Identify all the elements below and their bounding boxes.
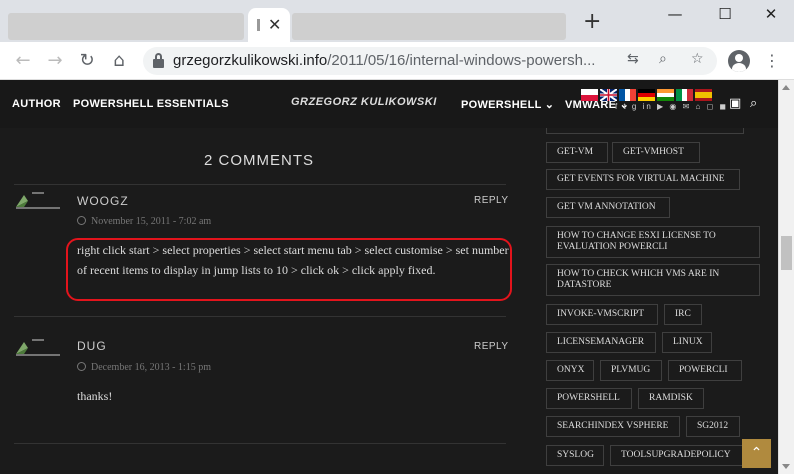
- tag-item[interactable]: LINUX: [662, 332, 712, 353]
- site-header: AUTHOR POWERSHELL ESSENTIALS GRZEGORZ KU…: [0, 80, 778, 128]
- social-icons[interactable]: f t g in ▶ ◉ ✉ ⌂ ◻ ◼: [615, 102, 728, 111]
- tag-item[interactable]: SG2012: [686, 416, 740, 437]
- red-highlight-box: [66, 238, 512, 301]
- address-bar[interactable]: grzegorzkulikowski.info/2011/05/16/inter…: [143, 47, 717, 75]
- tag-edge[interactable]: [546, 128, 744, 134]
- browser-menu-icon[interactable]: ⋮: [764, 51, 780, 70]
- translate-icon[interactable]: ⇆: [627, 51, 639, 67]
- tab-favicon-icon: [257, 19, 260, 31]
- tag-item[interactable]: POWERCLI: [668, 360, 742, 381]
- divider: [14, 443, 506, 444]
- home-icon[interactable]: ⌂: [108, 50, 130, 72]
- divider: [14, 316, 506, 317]
- reload-icon[interactable]: ↻: [76, 50, 98, 72]
- site-logo[interactable]: GRZEGORZ KULIKOWSKI: [291, 96, 437, 108]
- bookmark-star-icon[interactable]: ☆: [691, 51, 704, 67]
- flag-uk-icon[interactable]: [600, 89, 617, 101]
- clock-icon: [77, 216, 86, 225]
- zoom-icon[interactable]: ⌕: [659, 51, 667, 67]
- search-icon[interactable]: ⌕: [750, 96, 757, 111]
- tag-item[interactable]: SYSLOG: [546, 445, 604, 466]
- browser-toolbar: ← → ↻ ⌂ grzegorzkulikowski.info/2011/05/…: [0, 42, 794, 80]
- tag-item[interactable]: HOW TO CHANGE ESXI LICENSE TO EVALUATION…: [546, 226, 760, 258]
- flag-fr-icon[interactable]: [619, 89, 636, 101]
- tag-item[interactable]: GET-VM: [546, 142, 608, 163]
- scroll-down-icon[interactable]: [782, 464, 790, 469]
- tag-item[interactable]: HOW TO CHECK WHICH VMS ARE IN DATASTORE: [546, 264, 760, 296]
- flag-es-icon[interactable]: [695, 89, 712, 101]
- flag-in-icon[interactable]: [657, 89, 674, 101]
- back-icon[interactable]: ←: [12, 50, 34, 72]
- lock-icon[interactable]: [153, 53, 164, 68]
- comment-date-text: December 16, 2013 - 1:15 pm: [91, 362, 211, 373]
- blurred-tab[interactable]: [292, 13, 566, 40]
- url-domain: grzegorzkulikowski.info: [173, 52, 328, 69]
- flag-de-icon[interactable]: [638, 89, 655, 101]
- comment-text: thanks!: [77, 389, 113, 403]
- scroll-up-icon[interactable]: [782, 85, 790, 90]
- scrollbar-thumb[interactable]: [781, 236, 792, 270]
- tag-item[interactable]: ONYX: [546, 360, 594, 381]
- blurred-tab[interactable]: [8, 13, 244, 40]
- comments-title: 2 COMMENTS: [203, 152, 314, 169]
- tag-item[interactable]: RAMDISK: [638, 388, 704, 409]
- forward-icon[interactable]: →: [44, 50, 66, 72]
- reply-link[interactable]: REPLY: [474, 195, 509, 206]
- tag-item[interactable]: PLVMUG: [600, 360, 662, 381]
- new-tab-button[interactable]: +: [583, 11, 601, 33]
- page-content: 2 COMMENTS WOOGZ REPLY November 15, 2011…: [0, 128, 778, 474]
- tab-close-icon[interactable]: ✕: [268, 15, 281, 34]
- profile-avatar-icon[interactable]: [728, 50, 750, 72]
- nav-author[interactable]: AUTHOR: [12, 98, 61, 110]
- tag-item[interactable]: SEARCHINDEX VSPHERE: [546, 416, 680, 437]
- url-text[interactable]: grzegorzkulikowski.info/2011/05/16/inter…: [173, 52, 615, 69]
- maximize-button[interactable]: ☐: [710, 5, 740, 27]
- clock-icon: [77, 362, 86, 371]
- close-window-button[interactable]: ✕: [756, 5, 786, 27]
- flag-pl-icon[interactable]: [581, 89, 598, 101]
- back-to-top-button[interactable]: ⌃: [742, 439, 771, 468]
- tag-item[interactable]: GET-VMHOST: [612, 142, 700, 163]
- tag-item[interactable]: GET VM ANNOTATION: [546, 197, 670, 218]
- twitch-icon[interactable]: ▣: [729, 96, 741, 111]
- browser-tab-bar: ✕ + — ☐ ✕: [0, 0, 794, 42]
- reply-link[interactable]: REPLY: [474, 341, 509, 352]
- comment-author: DUG: [77, 339, 107, 353]
- comment-date-text: November 15, 2011 - 7:02 am: [91, 216, 212, 227]
- tag-item[interactable]: GET EVENTS FOR VIRTUAL MACHINE: [546, 169, 740, 190]
- comment-date: December 16, 2013 - 1:15 pm: [77, 362, 211, 373]
- comment-author: WOOGZ: [77, 194, 129, 208]
- comment-date: November 15, 2011 - 7:02 am: [77, 216, 211, 227]
- active-tab[interactable]: ✕: [248, 8, 290, 42]
- nav-powershell[interactable]: POWERSHELL ⌄: [461, 98, 554, 111]
- url-path: /2011/05/16/internal-windows-powersh...: [327, 52, 596, 69]
- tag-item[interactable]: TOOLSUPGRADEPOLICY: [610, 445, 746, 466]
- minimize-button[interactable]: —: [660, 5, 690, 27]
- comment-avatar-icon: [16, 339, 60, 356]
- page-scrollbar[interactable]: [778, 80, 794, 474]
- divider: [14, 184, 506, 185]
- nav-powershell-essentials[interactable]: POWERSHELL ESSENTIALS: [73, 98, 229, 110]
- language-flags: [581, 89, 715, 103]
- tag-item[interactable]: IRC: [664, 304, 702, 325]
- flag-it-icon[interactable]: [676, 89, 693, 101]
- comment-avatar-icon: [16, 192, 60, 209]
- tag-item[interactable]: LICENSEMANAGER: [546, 332, 656, 353]
- tag-item[interactable]: POWERSHELL: [546, 388, 632, 409]
- tag-item[interactable]: INVOKE-VMSCRIPT: [546, 304, 658, 325]
